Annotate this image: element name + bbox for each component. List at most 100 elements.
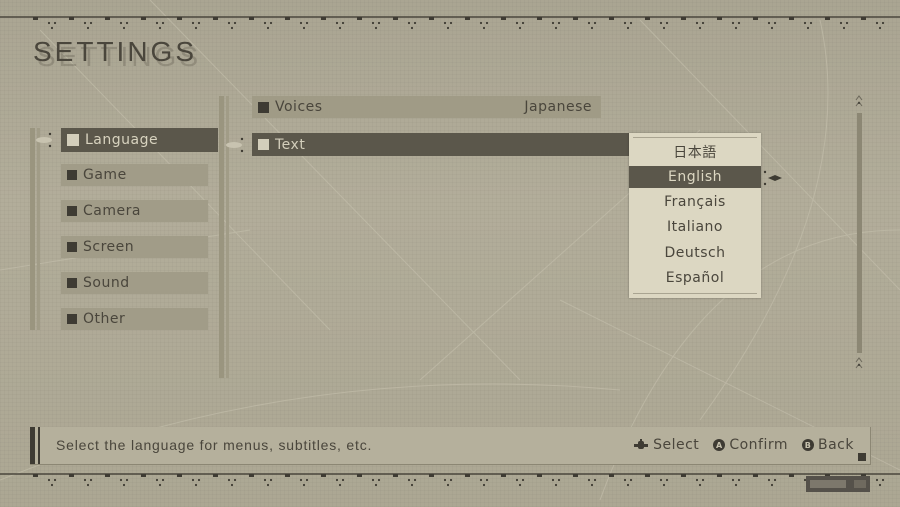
border-dot bbox=[89, 21, 93, 25]
border-dot bbox=[809, 21, 813, 25]
border-dot bbox=[662, 26, 666, 30]
border-tick bbox=[465, 474, 470, 477]
help-bar-accent bbox=[30, 427, 35, 464]
border-tick bbox=[393, 17, 398, 20]
border-tick bbox=[69, 474, 74, 477]
border-tick bbox=[105, 17, 110, 20]
border-dot bbox=[626, 483, 630, 487]
border-dot bbox=[50, 483, 54, 487]
category-language[interactable]: Language bbox=[61, 128, 218, 152]
border-dot bbox=[83, 21, 87, 25]
border-dot bbox=[233, 478, 237, 482]
border-dot bbox=[479, 478, 483, 482]
border-dot bbox=[443, 21, 447, 25]
border-dot bbox=[551, 478, 555, 482]
dropdown-item-japanese[interactable]: 日本語 bbox=[629, 141, 761, 163]
border-dot bbox=[842, 26, 846, 30]
border-dot bbox=[194, 483, 198, 487]
border-dot bbox=[731, 21, 735, 25]
language-dropdown[interactable]: 日本語 English Français Italiano Deutsch Es… bbox=[629, 133, 761, 298]
category-label: Other bbox=[83, 311, 126, 327]
border-dot bbox=[191, 21, 195, 25]
border-dot bbox=[698, 26, 702, 30]
border-dot bbox=[338, 483, 342, 487]
border-tick bbox=[249, 17, 254, 20]
scroll-up-icon[interactable] bbox=[853, 94, 865, 112]
border-dot bbox=[521, 21, 525, 25]
category-camera[interactable]: Camera bbox=[61, 200, 208, 222]
border-dot bbox=[230, 483, 234, 487]
scrollbar-track[interactable] bbox=[857, 113, 862, 353]
border-tick bbox=[537, 17, 542, 20]
border-tick bbox=[321, 17, 326, 20]
control-back[interactable]: B Back bbox=[802, 437, 854, 453]
border-dot bbox=[623, 478, 627, 482]
border-tick bbox=[177, 474, 182, 477]
border-dot bbox=[191, 478, 195, 482]
border-dot bbox=[701, 21, 705, 25]
option-voices[interactable]: Voices Japanese bbox=[252, 96, 601, 118]
border-dot bbox=[122, 26, 126, 30]
border-dot bbox=[50, 26, 54, 30]
category-sound[interactable]: Sound bbox=[61, 272, 208, 294]
border-dot bbox=[734, 26, 738, 30]
border-dot bbox=[659, 478, 663, 482]
border-dot bbox=[122, 483, 126, 487]
border-dot bbox=[839, 21, 843, 25]
border-dot bbox=[446, 26, 450, 30]
border-dot bbox=[443, 478, 447, 482]
border-dot bbox=[407, 478, 411, 482]
border-tick bbox=[753, 17, 758, 20]
border-tick bbox=[825, 17, 830, 20]
category-rail bbox=[30, 128, 35, 330]
control-select[interactable]: Select bbox=[633, 437, 699, 453]
border-dot bbox=[482, 483, 486, 487]
border-tick bbox=[573, 17, 578, 20]
category-screen[interactable]: Screen bbox=[61, 236, 208, 258]
border-dot bbox=[335, 21, 339, 25]
border-tick bbox=[213, 474, 218, 477]
dropdown-item-spanish[interactable]: Español bbox=[629, 267, 761, 289]
border-dot bbox=[623, 21, 627, 25]
border-dot bbox=[554, 26, 558, 30]
dropdown-item-french[interactable]: Français bbox=[629, 191, 761, 213]
border-tick bbox=[357, 474, 362, 477]
option-text[interactable]: Text bbox=[252, 133, 630, 156]
border-dot bbox=[587, 21, 591, 25]
dropdown-item-italian[interactable]: Italiano bbox=[629, 216, 761, 238]
help-bar-accent-thin bbox=[38, 427, 40, 464]
border-tick bbox=[429, 17, 434, 20]
category-label: Game bbox=[83, 167, 127, 183]
border-dot bbox=[665, 21, 669, 25]
scroll-down-icon[interactable] bbox=[853, 356, 865, 374]
border-tick bbox=[429, 474, 434, 477]
border-dot bbox=[593, 21, 597, 25]
border-dot bbox=[86, 483, 90, 487]
border-dot bbox=[413, 478, 417, 482]
border-dot bbox=[410, 26, 414, 30]
border-dot bbox=[155, 21, 159, 25]
border-dot bbox=[449, 478, 453, 482]
border-dot bbox=[86, 26, 90, 30]
control-confirm[interactable]: A Confirm bbox=[713, 437, 788, 453]
dropdown-item-german[interactable]: Deutsch bbox=[629, 242, 761, 264]
border-dot bbox=[47, 478, 51, 482]
border-dot bbox=[53, 21, 57, 25]
border-dot bbox=[734, 483, 738, 487]
category-game[interactable]: Game bbox=[61, 164, 208, 186]
border-tick bbox=[681, 17, 686, 20]
border-dot bbox=[47, 21, 51, 25]
border-dot bbox=[590, 26, 594, 30]
border-tick bbox=[357, 17, 362, 20]
dropdown-item-english[interactable]: English bbox=[629, 166, 761, 188]
category-other[interactable]: Other bbox=[61, 308, 208, 330]
border-dot bbox=[302, 26, 306, 30]
border-dot bbox=[485, 21, 489, 25]
border-dot bbox=[878, 26, 882, 30]
dropdown-cursor-icon bbox=[763, 170, 782, 186]
border-dot bbox=[338, 26, 342, 30]
border-dot bbox=[194, 26, 198, 30]
dropdown-divider bbox=[633, 137, 757, 138]
border-dot bbox=[302, 483, 306, 487]
border-tick bbox=[501, 17, 506, 20]
